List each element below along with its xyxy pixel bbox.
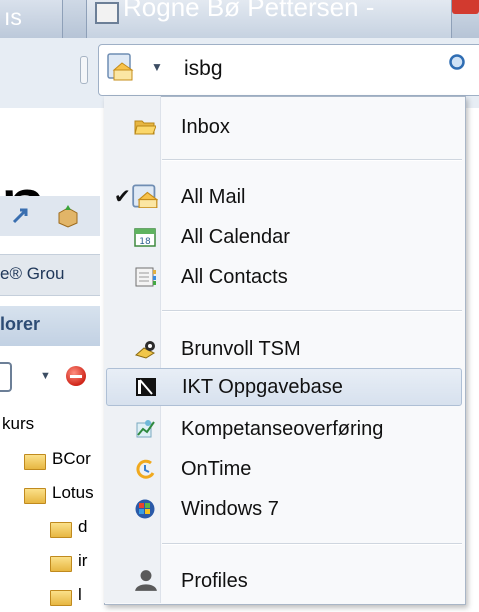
menu-item-label: Brunvoll TSM: [181, 338, 301, 360]
stop-icon[interactable]: [66, 366, 86, 386]
ontime-icon: [136, 459, 155, 479]
menu-item-label: IKT Oppgavebase: [182, 376, 343, 398]
tree-item[interactable]: Lotus: [0, 480, 100, 510]
menu-item-label: OnTime: [181, 458, 252, 480]
document-icon: [95, 2, 119, 24]
menu-separator: [162, 310, 462, 312]
tab-previous-label: ıs: [4, 4, 22, 30]
tree-item-label: kurs: [2, 414, 35, 433]
windows-icon: [135, 499, 155, 519]
person-icon: [135, 570, 157, 591]
menu-item-ontime[interactable]: OnTime: [106, 450, 462, 488]
menu-item-label: All Calendar: [181, 226, 290, 248]
menu-item-all-contacts[interactable]: All Contacts: [106, 258, 462, 296]
tab-previous[interactable]: ıs: [0, 0, 63, 38]
folder-icon: [50, 590, 72, 606]
menu-item-profiles[interactable]: Profiles: [106, 562, 462, 600]
explorer-label: lorer: [0, 314, 41, 334]
checkmark-icon: ✔: [114, 186, 131, 208]
menu-item-windows-7[interactable]: Windows 7: [106, 490, 462, 528]
folder-icon: [24, 488, 46, 504]
menu-item-kompetanseoverforing[interactable]: Kompetanseoverføring: [106, 410, 462, 448]
menu-item-all-mail[interactable]: ✔ All Mail: [106, 178, 462, 216]
menu-item-label: Inbox: [181, 116, 230, 138]
menu-item-label: All Contacts: [181, 266, 288, 288]
folder-icon: [50, 556, 72, 572]
contacts-icon: [135, 267, 156, 287]
search-scope-mail-icon[interactable]: [106, 52, 136, 84]
menu-item-label: Kompetanseoverføring: [181, 418, 384, 440]
tree-item-label: BCor: [52, 449, 91, 468]
mail-icon: [132, 184, 158, 208]
tree-item[interactable]: d: [0, 514, 100, 544]
menu-item-label: Windows 7: [181, 498, 279, 520]
tab-current[interactable]: Rogne Bø Pettersen -: [86, 0, 452, 38]
tree-item[interactable]: kurs: [0, 412, 100, 442]
tree-item-label: Lotus: [52, 483, 94, 502]
action-icon[interactable]: [0, 362, 12, 392]
tree-item[interactable]: BCor: [0, 446, 100, 476]
menu-item-inbox[interactable]: Inbox: [106, 108, 462, 146]
package-icon[interactable]: [56, 204, 80, 228]
menu-item-label: Profiles: [181, 570, 248, 592]
calendar-icon: 18: [134, 228, 156, 247]
close-icon[interactable]: [452, 0, 479, 14]
arrow-icon[interactable]: [12, 206, 32, 226]
folder-open-icon: [134, 120, 156, 135]
menu-item-brunvoll-tsm[interactable]: Brunvoll TSM: [106, 330, 462, 368]
left-icon-row: [0, 196, 100, 236]
chevron-down-icon[interactable]: ▼: [151, 60, 163, 74]
tree-item-label: ir: [78, 551, 88, 570]
chevron-down-icon[interactable]: ▼: [40, 370, 51, 382]
search-icon[interactable]: [448, 53, 468, 73]
svg-text:18: 18: [139, 237, 151, 247]
tree-item-label: l: [78, 585, 82, 604]
menu-item-label: All Mail: [181, 186, 246, 208]
tree-item[interactable]: ir: [0, 548, 100, 578]
toolbar-grip[interactable]: [80, 56, 88, 84]
tree-item-label: d: [78, 517, 88, 536]
tab-current-title: Rogne Bø Pettersen -: [123, 0, 375, 22]
menu-separator: [162, 543, 462, 545]
search-value: isbg: [184, 57, 223, 80]
folder-icon: [50, 522, 72, 538]
database-icon: [134, 341, 156, 359]
book-icon: [136, 378, 156, 396]
menu-item-ikt-oppgavebase[interactable]: IKT Oppgavebase: [106, 368, 462, 406]
group-label: e® Grou: [0, 264, 65, 283]
folder-icon: [24, 454, 46, 470]
menu-separator: [162, 159, 462, 161]
menu-item-all-calendar[interactable]: 18 All Calendar: [106, 218, 462, 256]
graph-icon: [136, 420, 155, 438]
tree-item[interactable]: l: [0, 582, 100, 612]
